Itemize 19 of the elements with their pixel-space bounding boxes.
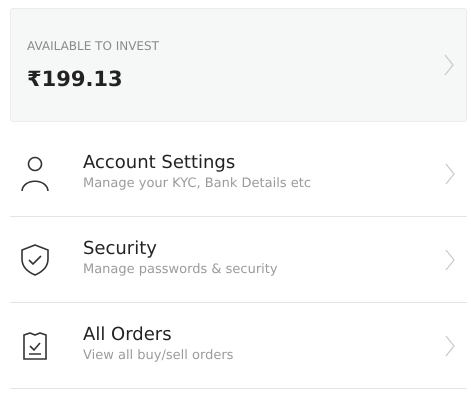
menu-subtitle: Manage your KYC, Bank Details etc bbox=[83, 176, 312, 191]
menu-subtitle: Manage passwords & security bbox=[83, 262, 279, 277]
menu-title: Account Settings bbox=[83, 152, 236, 173]
menu-item[interactable]: All Orders View all buy/sell orders bbox=[10, 303, 467, 389]
menu-item[interactable]: Security Manage passwords & security bbox=[10, 217, 467, 303]
chevron-icon bbox=[445, 248, 455, 270]
person-icon bbox=[20, 156, 50, 192]
clipboard-check-icon bbox=[20, 330, 50, 360]
balance-label: AVAILABLE TO INVEST bbox=[27, 39, 160, 53]
menu-subtitle: View all buy/sell orders bbox=[83, 348, 234, 363]
shield-check-icon bbox=[20, 244, 50, 276]
balance-card[interactable]: AVAILABLE TO INVEST ₹199.13 bbox=[10, 8, 467, 122]
menu-title: All Orders bbox=[83, 324, 173, 345]
chevron-icon bbox=[445, 162, 455, 184]
menu-item[interactable]: Account Settings Manage your KYC, Bank Details etc bbox=[10, 131, 467, 217]
chevron-icon bbox=[445, 334, 455, 356]
balance-amount: ₹199.13 bbox=[27, 67, 124, 91]
menu-title: Security bbox=[83, 238, 158, 259]
chevron-icon bbox=[444, 54, 454, 76]
